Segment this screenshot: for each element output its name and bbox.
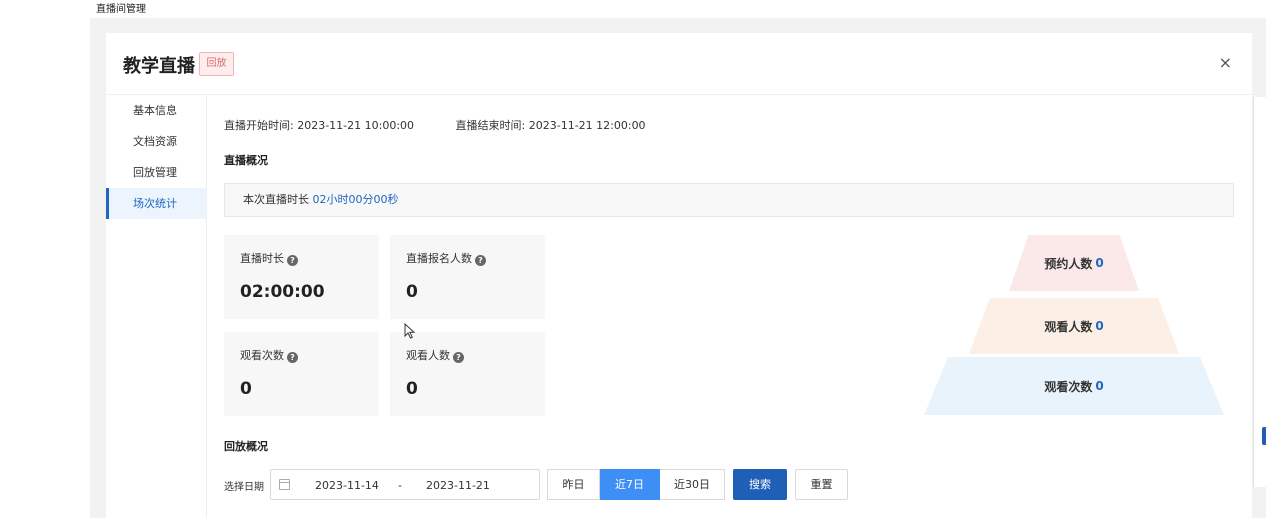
- close-icon[interactable]: ×: [1219, 53, 1232, 72]
- funnel-tier-views: 观看次数 0: [924, 357, 1224, 415]
- live-duration-box: 本次直播时长 02小时00分00秒: [224, 183, 1234, 217]
- funnel-tier-reservations: 预约人数 0: [1009, 235, 1139, 291]
- stats-modal: 教学直播 回放 × 基本信息 文档资源 回放管理 场次统计 直播开始时间: 20…: [106, 33, 1252, 518]
- date-separator: -: [398, 479, 402, 492]
- mouse-cursor-icon: [404, 323, 416, 339]
- date-filter-row: 选择日期 2023-11-14 - 2023-11-21 昨日 近7日 近30日…: [224, 469, 924, 501]
- stat-value: 02:00:00: [240, 282, 325, 302]
- stat-value: 0: [406, 282, 418, 302]
- date-range-segment: 昨日 近7日 近30日: [547, 469, 725, 500]
- nav-divider: [206, 95, 207, 518]
- side-nav: 基本信息 文档资源 回放管理 场次统计: [106, 95, 206, 219]
- right-side-panel: [1253, 97, 1266, 487]
- replay-overview-title: 回放概况: [224, 440, 268, 453]
- search-button[interactable]: 搜索: [733, 469, 787, 500]
- live-end-time: 直播结束时间: 2023-11-21 12:00:00: [455, 119, 646, 132]
- stats-content: 直播开始时间: 2023-11-21 10:00:00 直播结束时间: 2023…: [224, 95, 1234, 518]
- stat-label: 直播时长?: [240, 250, 298, 266]
- live-time-row: 直播开始时间: 2023-11-21 10:00:00 直播结束时间: 2023…: [224, 117, 684, 133]
- date-range-picker[interactable]: 2023-11-14 - 2023-11-21: [270, 469, 540, 500]
- status-badge: 回放: [199, 52, 234, 76]
- stat-value: 0: [406, 379, 418, 399]
- modal-header: 教学直播 回放 ×: [106, 33, 1252, 95]
- date-end[interactable]: 2023-11-21: [426, 479, 490, 492]
- nav-item-replay-management[interactable]: 回放管理: [106, 157, 206, 188]
- modal-title: 教学直播: [123, 56, 195, 77]
- panel-toggle-button[interactable]: [1262, 427, 1266, 445]
- live-overview-title: 直播概况: [224, 154, 268, 167]
- live-start-time: 直播开始时间: 2023-11-21 10:00:00: [224, 119, 415, 132]
- stat-label: 观看次数?: [240, 347, 298, 363]
- reset-button[interactable]: 重置: [795, 469, 848, 500]
- help-icon[interactable]: ?: [475, 255, 486, 266]
- help-icon[interactable]: ?: [453, 352, 464, 363]
- stat-card-duration: 直播时长? 02:00:00: [224, 235, 379, 319]
- nav-item-documents[interactable]: 文档资源: [106, 126, 206, 157]
- stat-value: 0: [240, 379, 252, 399]
- calendar-icon: [279, 479, 290, 490]
- funnel-chart: 预约人数 0 观看人数 0 观看次数 0: [924, 235, 1224, 415]
- stat-card-views: 观看次数? 0: [224, 332, 379, 416]
- stat-label: 观看人数?: [406, 347, 464, 363]
- date-start[interactable]: 2023-11-14: [315, 479, 379, 492]
- funnel-tier-viewers: 观看人数 0: [969, 298, 1179, 354]
- stat-card-viewers: 观看人数? 0: [390, 332, 545, 416]
- stat-label: 直播报名人数?: [406, 250, 486, 266]
- range-7days-button[interactable]: 近7日: [600, 469, 660, 500]
- stat-card-signups: 直播报名人数? 0: [390, 235, 545, 319]
- nav-item-session-stats[interactable]: 场次统计: [106, 188, 206, 219]
- nav-item-basic-info[interactable]: 基本信息: [106, 95, 206, 126]
- page-title: 直播间管理: [96, 4, 146, 15]
- help-icon[interactable]: ?: [287, 255, 298, 266]
- range-30days-button[interactable]: 近30日: [660, 469, 725, 500]
- range-yesterday-button[interactable]: 昨日: [547, 469, 600, 500]
- date-label: 选择日期: [224, 482, 264, 493]
- duration-prefix: 本次直播时长: [243, 193, 309, 206]
- help-icon[interactable]: ?: [287, 352, 298, 363]
- duration-value: 02小时00分00秒: [312, 193, 399, 206]
